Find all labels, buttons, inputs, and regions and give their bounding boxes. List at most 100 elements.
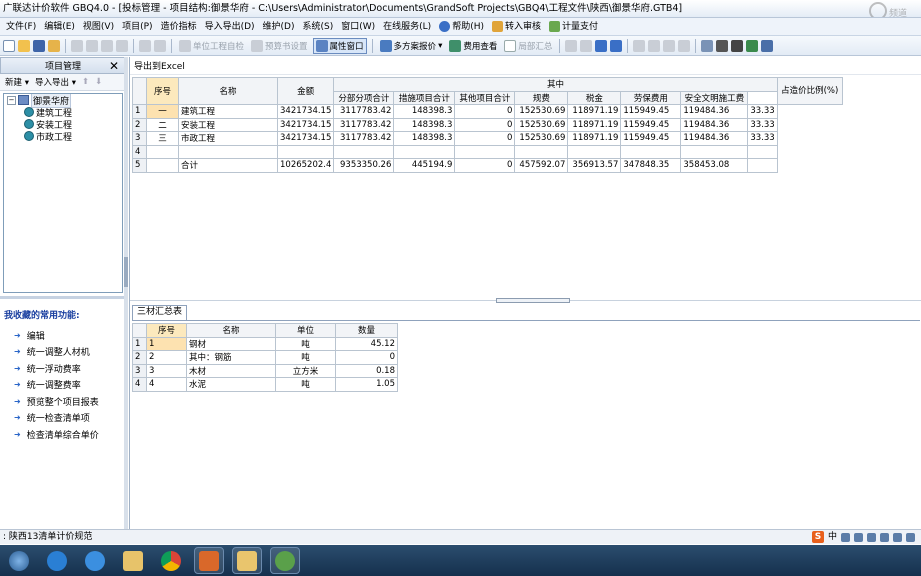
favorite-check-items[interactable]: ➜ 统一检查清单项 — [14, 410, 99, 427]
header-amount[interactable]: 金额 — [276, 77, 335, 105]
table-row[interactable]: 4 — [132, 144, 843, 159]
columns-icon[interactable] — [701, 39, 714, 52]
paragraph-icon[interactable] — [731, 39, 744, 52]
header-fees[interactable]: 规费 — [514, 90, 569, 105]
property-window-button[interactable]: 属性窗口 — [312, 37, 367, 54]
unit-self-check-button[interactable]: 单位工程自检 — [177, 39, 246, 53]
menu-view[interactable]: 视图(V) — [79, 19, 118, 35]
favorite-preview-report[interactable]: ➜ 预览整个项目报表 — [14, 393, 99, 410]
menu-online-service[interactable]: 在线服务(L) — [379, 19, 435, 35]
sogou-ime-icon[interactable]: S — [811, 531, 824, 543]
shirt-icon[interactable] — [893, 532, 902, 542]
taskbar-app-explorer[interactable] — [118, 547, 148, 574]
panel-scrollbar[interactable] — [124, 57, 128, 529]
taskbar-app-powerpoint[interactable] — [194, 547, 224, 574]
table-row[interactable]: 3 3 木材 立方米 0.18 — [132, 363, 398, 378]
export-icon[interactable] — [761, 39, 774, 52]
header-measures[interactable]: 措施项目合计 — [393, 90, 456, 105]
taskbar-app-ie[interactable] — [80, 547, 110, 574]
header-name[interactable]: 名称 — [178, 77, 278, 105]
formula-icon[interactable] — [716, 39, 729, 52]
undo-icon[interactable] — [139, 39, 151, 52]
arrow-down-icon[interactable]: ⬇ — [95, 77, 102, 87]
arrow-right-icon[interactable] — [648, 39, 661, 52]
table-row[interactable]: 2 2 其中：钢筋 吨 0 — [132, 350, 398, 365]
tree-node-building[interactable]: 建筑工程 — [4, 106, 122, 119]
menu-measurement-payment[interactable]: 计量支付 — [545, 19, 602, 35]
scrollbar-thumb[interactable] — [124, 257, 128, 287]
budget-settings-button[interactable]: 预算书设置 — [249, 39, 310, 53]
ime-language[interactable]: 中 — [828, 530, 837, 544]
last-icon[interactable] — [610, 39, 623, 52]
first-icon[interactable] — [565, 39, 578, 52]
keyboard-icon[interactable] — [867, 532, 876, 542]
arrow-up-icon[interactable]: ⬆ — [82, 77, 89, 87]
arrow-down-icon[interactable] — [678, 39, 691, 52]
table-row[interactable]: 2 二 安装工程 3421734.15 3117783.42 148398.3 … — [132, 117, 843, 132]
panel-splitter[interactable] — [0, 296, 126, 299]
header-other[interactable]: 其他项目合计 — [454, 90, 516, 105]
menu-transfer-audit[interactable]: 转入审核 — [488, 19, 545, 35]
table-row-total[interactable]: 5 合计 10265202.4 9353350.26 445194.9 0 45… — [132, 158, 843, 173]
new-icon[interactable] — [3, 39, 15, 52]
header-tax[interactable]: 税金 — [567, 90, 622, 105]
taskbar-app-glodon[interactable] — [42, 547, 72, 574]
header-sub-items[interactable]: 分部分项合计 — [333, 90, 395, 105]
menu-system[interactable]: 系统(S) — [298, 19, 337, 35]
menu-maintain[interactable]: 维护(D) — [259, 19, 299, 35]
favorite-adjust-materials[interactable]: ➜ 统一调整人材机 — [14, 344, 99, 361]
folder-icon[interactable] — [48, 39, 60, 52]
menu-edit[interactable]: 编辑(E) — [40, 19, 79, 35]
header-labor[interactable]: 劳保费用 — [620, 90, 682, 105]
header-seq[interactable]: 序号 — [146, 323, 187, 338]
header-name[interactable]: 名称 — [186, 323, 276, 338]
prev-icon[interactable] — [580, 39, 593, 52]
copy-icon[interactable] — [86, 39, 98, 52]
partial-summary-button[interactable]: 局部汇总 — [502, 39, 554, 53]
table-row[interactable]: 4 4 水泥 吨 1.05 — [132, 377, 398, 392]
new-button[interactable]: 新建 ▾ — [5, 76, 29, 88]
next-icon[interactable] — [595, 39, 608, 52]
arrow-left-icon[interactable] — [633, 39, 646, 52]
menu-import-export[interactable]: 导入导出(D) — [201, 19, 259, 35]
header-ratio[interactable]: 占造价比例(%) — [776, 77, 843, 105]
punctuation-icon[interactable] — [854, 532, 863, 542]
user-icon[interactable] — [880, 532, 889, 542]
export-excel-button[interactable]: 导出到Excel — [134, 59, 185, 72]
pane-splitter-handle[interactable] — [496, 298, 570, 303]
favorite-edit[interactable]: ➜ 编辑 — [14, 327, 99, 344]
favorite-adjust-rate[interactable]: ➜ 统一调整费率 — [14, 377, 99, 394]
tree-node-municipal[interactable]: 市政工程 — [4, 130, 122, 143]
header-seq[interactable]: 序号 — [146, 77, 179, 105]
open-icon[interactable] — [18, 39, 30, 52]
table-row[interactable]: 1 一 建筑工程 3421734.15 3117783.42 148398.3 … — [132, 104, 843, 119]
tools-icon[interactable] — [906, 532, 915, 542]
arrow-up-icon[interactable] — [663, 39, 676, 52]
table-row[interactable]: 1 1 钢材 吨 45.12 — [132, 336, 398, 351]
header-qty[interactable]: 数量 — [335, 323, 398, 338]
save-icon[interactable] — [33, 39, 45, 52]
taskbar-app-gbq[interactable] — [270, 547, 300, 574]
paste-icon[interactable] — [101, 39, 113, 52]
start-button[interactable] — [4, 547, 34, 574]
tab-three-materials[interactable]: 三材汇总表 — [132, 305, 188, 320]
header-unit[interactable]: 单位 — [275, 323, 336, 338]
menu-help[interactable]: 帮助(H) — [435, 19, 488, 35]
tree-root-node[interactable]: − 御景华府 — [4, 94, 122, 108]
redo-icon[interactable] — [154, 39, 166, 52]
menu-cost-index[interactable]: 造价指标 — [157, 19, 201, 35]
tree-node-installation[interactable]: 安装工程 — [4, 118, 122, 131]
delete-icon[interactable] — [116, 39, 128, 52]
collapse-icon[interactable]: − — [7, 95, 16, 105]
taskbar-app-notes[interactable] — [232, 547, 262, 574]
favorite-check-unit-price[interactable]: ➜ 检查清单综合单价 — [14, 426, 99, 443]
table-row[interactable]: 3 三 市政工程 3421734.15 3117783.42 148398.3 … — [132, 131, 843, 146]
moon-icon[interactable] — [841, 532, 850, 542]
close-icon[interactable]: ✕ — [109, 59, 119, 73]
header-safety[interactable]: 安全文明施工费 — [680, 90, 749, 105]
cut-icon[interactable] — [71, 39, 83, 52]
taskbar-app-chrome[interactable] — [156, 547, 186, 574]
favorite-float-rate[interactable]: ➜ 统一浮动费率 — [14, 360, 99, 377]
menu-file[interactable]: 文件(F) — [2, 19, 40, 35]
fee-view-button[interactable]: 费用查看 — [447, 39, 499, 53]
